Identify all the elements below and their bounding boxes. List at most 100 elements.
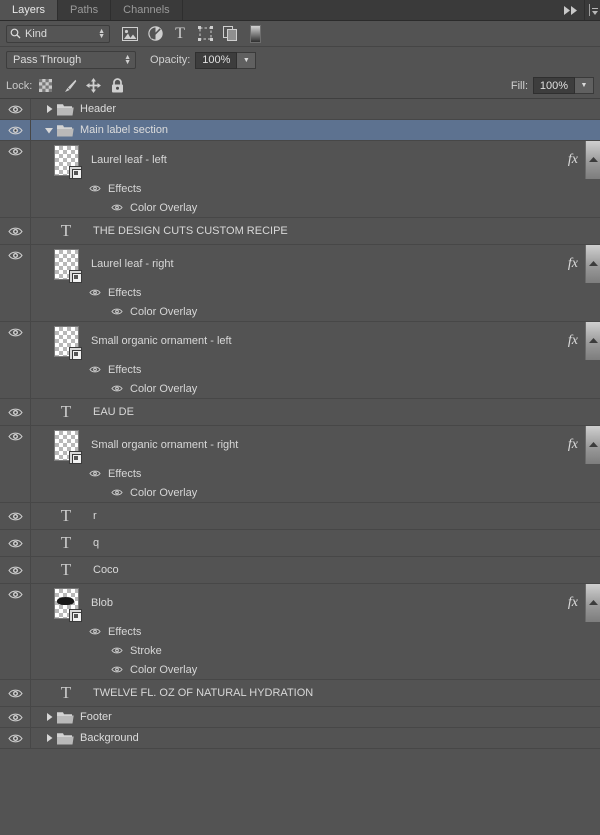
filter-kind-spinner-icon[interactable]: ▲ ▼ [98,28,105,40]
layer-row[interactable]: T THE DESIGN CUTS CUSTOM RECIPE [0,218,600,245]
effect-row[interactable]: Stroke [31,641,600,660]
layer-main-line[interactable]: Laurel leaf - right [31,245,600,283]
layer-row[interactable]: Small organic ornament - left Effects Colo… [0,322,600,399]
layer-thumbnail[interactable] [54,429,82,464]
effects-visibility-eye-icon[interactable] [89,184,101,193]
layer-thumbnail[interactable] [54,144,82,179]
filter-toggle-icon[interactable] [243,23,267,45]
layer-main-line[interactable]: Background [31,728,600,748]
effects-group-row[interactable]: Effects [31,283,600,302]
panel-menu-icon[interactable] [584,0,600,20]
lock-image-pixels-icon[interactable] [62,78,77,94]
chevron-right-icon[interactable] [41,734,57,742]
layer-main-line[interactable]: Blob [31,584,600,622]
smart-object-filter-icon[interactable] [218,23,242,45]
effect-row[interactable]: Color Overlay [31,302,600,321]
adjustment-layer-filter-icon[interactable] [143,23,167,45]
layer-visibility-toggle[interactable] [0,503,31,529]
effect-visibility-eye-icon[interactable] [111,488,123,497]
effects-group-row[interactable]: Effects [31,464,600,483]
effect-row[interactable]: Color Overlay [31,198,600,217]
layer-main-line[interactable]: Small organic ornament - right [31,426,600,464]
layer-main-line[interactable]: Tq [31,530,600,556]
layer-row[interactable]: Laurel leaf - left Effects Color Overlay fx [0,141,600,218]
layer-visibility-toggle[interactable] [0,707,31,727]
effects-visibility-eye-icon[interactable] [89,288,101,297]
chevron-right-icon[interactable] [41,713,57,721]
layer-thumbnail[interactable] [54,587,82,622]
effect-visibility-eye-icon[interactable] [111,646,123,655]
effect-row[interactable]: Color Overlay [31,483,600,502]
pixel-layer-filter-icon[interactable] [118,23,142,45]
chevron-right-icon[interactable] [41,105,57,113]
fx-icon[interactable]: fx [568,256,578,272]
layer-visibility-toggle[interactable] [0,557,31,583]
effect-row[interactable]: Color Overlay [31,379,600,398]
layer-main-line[interactable]: T TWELVE FL. OZ OF NATURAL HYDRATION [31,680,600,706]
lock-position-icon[interactable] [86,78,102,94]
effect-visibility-eye-icon[interactable] [111,665,123,674]
layer-main-line[interactable]: T THE DESIGN CUTS CUSTOM RECIPE [31,218,600,244]
layer-main-line[interactable]: Tr [31,503,600,529]
effect-visibility-eye-icon[interactable] [111,203,123,212]
layer-visibility-toggle[interactable] [0,141,31,217]
effect-visibility-eye-icon[interactable] [111,307,123,316]
layer-row[interactable]: T Coco [0,557,600,584]
layer-visibility-toggle[interactable] [0,399,31,425]
layer-row[interactable]: Tq [0,530,600,557]
chevron-down-icon[interactable] [41,127,57,134]
opacity-dropdown-icon[interactable]: ▼ [237,51,257,69]
layer-row[interactable]: T TWELVE FL. OZ OF NATURAL HYDRATION [0,680,600,707]
fill-input[interactable]: 100% [533,77,575,94]
layer-visibility-toggle[interactable] [0,245,31,321]
blend-mode-spinner-icon[interactable]: ▲ ▼ [124,54,131,66]
layer-thumbnail[interactable] [54,325,82,360]
layer-visibility-toggle[interactable] [0,322,31,398]
lock-transparent-pixels-icon[interactable] [38,78,53,94]
layer-row[interactable]: Laurel leaf - right Effects Color Overlay f… [0,245,600,322]
layer-visibility-toggle[interactable] [0,218,31,244]
layer-row[interactable]: Tr [0,503,600,530]
layer-main-line[interactable]: Footer [31,707,600,727]
layer-thumbnail[interactable] [54,248,82,283]
tab-channels[interactable]: Channels [111,0,183,20]
type-layer-filter-icon[interactable]: T [168,23,192,45]
layer-main-line[interactable]: Small organic ornament - left [31,322,600,360]
layer-visibility-toggle[interactable] [0,530,31,556]
layer-row[interactable]: Small organic ornament - right Effects Col… [0,426,600,503]
layer-row[interactable]: Blob Effects Stroke Color Overlay fx [0,584,600,680]
filter-kind-select[interactable]: Kind ▲ ▼ [6,24,110,43]
effect-visibility-eye-icon[interactable] [111,384,123,393]
layer-main-line[interactable]: Laurel leaf - left [31,141,600,179]
fx-icon[interactable]: fx [568,333,578,349]
fx-icon[interactable]: fx [568,595,578,611]
fx-icon[interactable]: fx [568,437,578,453]
effects-collapse-arrow-icon[interactable] [585,322,600,360]
lock-all-icon[interactable] [110,78,125,94]
effects-collapse-arrow-icon[interactable] [585,245,600,283]
layer-visibility-toggle[interactable] [0,728,31,748]
layer-row[interactable]: Background [0,728,600,749]
effects-group-row[interactable]: Effects [31,360,600,379]
layer-visibility-toggle[interactable] [0,680,31,706]
double-chevron-right-icon[interactable] [558,0,584,20]
opacity-input[interactable]: 100% [195,51,238,69]
layer-list[interactable]: Header Main label section Laurel leaf - le… [0,99,600,749]
layer-row[interactable]: Header [0,99,600,120]
fill-dropdown-icon[interactable]: ▼ [575,77,594,94]
effects-group-row[interactable]: Effects [31,179,600,198]
layer-main-line[interactable]: T Coco [31,557,600,583]
layer-visibility-toggle[interactable] [0,99,31,119]
layer-main-line[interactable]: Main label section [31,120,600,140]
effects-visibility-eye-icon[interactable] [89,627,101,636]
tab-layers[interactable]: Layers [0,0,59,20]
layer-row[interactable]: Footer [0,707,600,728]
effects-visibility-eye-icon[interactable] [89,365,101,374]
effects-collapse-arrow-icon[interactable] [585,141,600,179]
layer-row[interactable]: T EAU DE [0,399,600,426]
tab-paths[interactable]: Paths [58,0,112,20]
effects-collapse-arrow-icon[interactable] [585,426,600,464]
fx-icon[interactable]: fx [568,152,578,168]
effects-collapse-arrow-icon[interactable] [585,584,600,622]
effects-visibility-eye-icon[interactable] [89,469,101,478]
